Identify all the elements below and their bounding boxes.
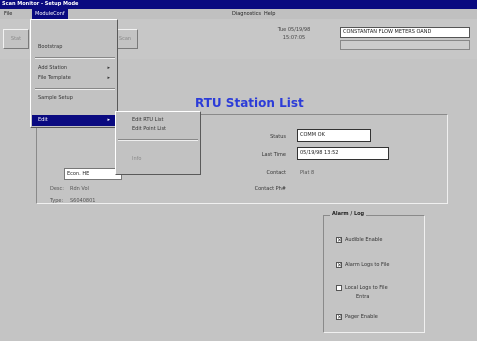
last-time-label: Last Time <box>261 152 286 158</box>
contact-label: Contact <box>266 170 286 176</box>
menu-item-label: File Template <box>38 75 71 81</box>
clock-date: Tue 05/19/98 <box>277 27 311 33</box>
checkbox-mark: ✕ <box>336 314 343 321</box>
checkbox-label: Pager Enable <box>345 314 378 320</box>
menu-help[interactable]: Help <box>264 9 275 19</box>
menu-bar: File ModuleConf Diagnostics Help <box>0 9 477 19</box>
checkbox-label: Audible Enable <box>345 237 383 243</box>
window-title-bar: Scan Monitor - Setup Mode <box>0 0 477 9</box>
menu-separator <box>118 139 198 141</box>
menu-modules[interactable]: ModuleConf <box>32 9 68 19</box>
submenu-arrow-icon: ▸ <box>107 117 110 123</box>
menu-item-sample-setup[interactable]: Sample Setup <box>32 93 116 104</box>
menu-separator <box>35 88 115 90</box>
contact-value: Plat 8 <box>300 170 315 176</box>
window-title: Scan Monitor - Setup Mode <box>2 1 79 7</box>
alarm-log-title: Alarm / Log <box>330 211 367 217</box>
checkbox-mark: ✕ <box>336 237 343 244</box>
submenu-arrow-icon: ▸ <box>107 75 110 81</box>
station-select[interactable]: Econ. HE <box>64 168 122 180</box>
menu-separator <box>35 57 115 59</box>
pager-enable-checkbox[interactable]: ✕ Pager Enable <box>336 314 424 322</box>
checkbox-label: Local Logs to File <box>345 285 388 291</box>
desc-label: Desc: <box>50 186 64 192</box>
menu-item-label: Edit <box>38 117 48 123</box>
checkbox-mark: ✕ <box>336 262 343 269</box>
menu-item-label: Sample Setup <box>38 95 73 101</box>
menu-file[interactable]: File <box>4 9 12 19</box>
submenu-item-edit-point-list[interactable]: Edit Point List <box>118 125 198 134</box>
checkbox-mark <box>336 285 342 291</box>
station-header-field[interactable]: CONSTANTAN FLOW METERS OAND <box>340 27 470 38</box>
menu-item-label: Add Station <box>38 65 68 71</box>
submenu-item-edit-rtu-list[interactable]: Edit RTU List <box>118 116 198 125</box>
audible-enable-checkbox[interactable]: ✕ Audible Enable <box>336 237 424 245</box>
stat-button[interactable]: Stat <box>3 29 29 49</box>
page-title: RTU Station List <box>195 96 304 110</box>
edit-submenu-popup: Edit RTU List Edit Point List Info <box>115 111 201 175</box>
station-header-subfield[interactable] <box>340 40 470 50</box>
contact-phone-label: Contact Ph# <box>254 186 286 192</box>
status-label: Status <box>270 134 286 140</box>
checkbox-sublabel: Entra <box>356 294 370 300</box>
status-field[interactable]: COMM OK <box>297 129 371 142</box>
alarm-logs-checkbox[interactable]: ✕ Alarm Logs to File <box>336 262 424 270</box>
menu-item-label: Bootstrap <box>38 44 63 50</box>
menu-item-file-template[interactable]: File Template ▸ <box>32 73 116 84</box>
modules-menu-popup: Bootstrap Add Station ▸ File Template ▸ … <box>30 19 118 128</box>
menu-item-bootstrap[interactable]: Bootstrap <box>32 42 116 53</box>
type-value: S6040801 <box>70 198 96 204</box>
clock-display: Tue 05/19/98 15:07:05 <box>268 26 320 42</box>
clock-time: 15:07:05 <box>282 35 306 41</box>
last-time-field[interactable]: 05/19/98 13:52 <box>297 147 389 160</box>
menu-item-edit[interactable]: Edit ▸ <box>32 115 116 126</box>
checkbox-label: Alarm Logs to File <box>345 262 390 268</box>
type-label: Type: <box>50 198 64 204</box>
menu-diagnostics[interactable]: Diagnostics <box>232 9 261 19</box>
local-logs-checkbox[interactable]: Local Logs to File Entra <box>336 285 424 301</box>
desc-value: Rdn Vol <box>70 186 89 192</box>
submenu-item-info[interactable]: Info <box>118 155 198 164</box>
